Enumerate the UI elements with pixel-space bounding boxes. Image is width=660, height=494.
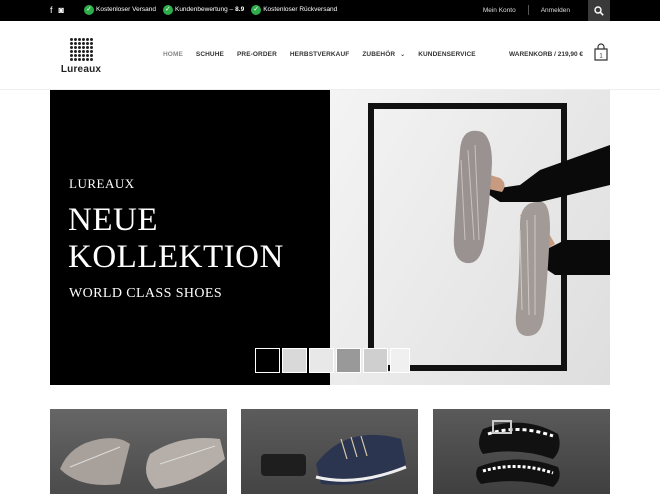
- chevron-down-icon: ⌄: [400, 52, 406, 58]
- facebook-icon[interactable]: f: [50, 4, 53, 16]
- usp-text: Kostenloser Rückversand: [263, 6, 338, 13]
- shoe-shape: [453, 130, 492, 264]
- logo-dot: [89, 46, 93, 49]
- my-account-link[interactable]: Mein Konto: [483, 5, 516, 16]
- nav-item-home[interactable]: HOME: [163, 51, 183, 58]
- sneaker-icon: [261, 434, 407, 485]
- usp-item: ✓ Kundenbewertung – 8.9: [162, 4, 245, 16]
- nav-item-schuhe[interactable]: SCHUHE: [196, 51, 224, 58]
- usp-item: ✓ Kostenloser Rückversand: [251, 4, 337, 16]
- hero-headline-line: NEUE: [68, 202, 158, 238]
- category-tiles: [50, 409, 610, 494]
- logo-dot: [77, 42, 81, 45]
- logo-dot: [81, 42, 85, 45]
- logo-dot: [73, 50, 77, 53]
- logo-dot: [73, 54, 77, 57]
- check-icon: ✓: [84, 5, 94, 15]
- logo-dot: [81, 54, 85, 57]
- main-nav: HOME SCHUHE PRE-ORDER HERBSTVERKAUF ZUBE…: [163, 51, 489, 58]
- logo-dot: [73, 38, 77, 41]
- nav-item-kundenservice[interactable]: KUNDENSERVICE: [418, 51, 476, 58]
- account-links: Mein Konto Anmelden: [483, 5, 570, 16]
- usp-list: ✓ Kostenloser Versand ✓ Kundenbewertung …: [84, 4, 337, 16]
- logo-dot: [69, 58, 73, 61]
- top-bar: f ◙ ✓ Kostenloser Versand ✓ Kundenbewert…: [0, 0, 660, 21]
- category-tile-shoes[interactable]: [50, 409, 227, 494]
- logo[interactable]: Lureaux: [57, 38, 105, 75]
- logo-dot: [85, 50, 89, 53]
- logo-dot: [77, 46, 81, 49]
- logo-dot: [85, 58, 89, 61]
- logo-dot: [77, 38, 81, 41]
- hero-headline-line: KOLLEKTION: [68, 239, 284, 275]
- shopping-bag-icon[interactable]: 1: [593, 43, 609, 61]
- instagram-icon[interactable]: ◙: [59, 4, 64, 16]
- nav-item-label: ZUBEHÖR: [362, 51, 396, 58]
- logo-dot: [69, 50, 73, 53]
- logo-dot: [81, 46, 85, 49]
- check-icon: ✓: [162, 5, 173, 15]
- hero-headline: NEUE KOLLEKTION: [68, 202, 284, 276]
- usp-text: Kundenbewertung –: [174, 6, 234, 13]
- hero-photo: [368, 103, 610, 371]
- search-icon: [594, 5, 604, 16]
- usp-text: Kostenloser Versand: [96, 6, 156, 13]
- shoes-icon: [60, 438, 225, 489]
- arm-shape: [482, 145, 610, 202]
- logo-dot: [69, 54, 73, 57]
- logo-dot: [81, 58, 85, 61]
- nav-item-pre-order[interactable]: PRE-ORDER: [237, 51, 277, 58]
- logo-dot: [89, 42, 93, 45]
- slider-thumbnail[interactable]: [390, 348, 410, 373]
- nav-item-zubehoer[interactable]: ZUBEHÖR ⌄: [362, 51, 405, 58]
- usp-item: ✓ Kostenloser Versand: [84, 4, 156, 16]
- logo-mark: [69, 38, 93, 61]
- logo-dot: [77, 58, 81, 61]
- cart-link[interactable]: WARENKORB / 219,90 €: [509, 51, 583, 58]
- logo-dot: [85, 38, 89, 41]
- slider-thumbnail[interactable]: [309, 348, 334, 373]
- belt-icon: [476, 420, 560, 487]
- logo-dot: [85, 42, 89, 45]
- logo-dot: [73, 46, 77, 49]
- logo-dot: [77, 54, 81, 57]
- divider: [527, 5, 529, 15]
- site-header: Lureaux HOME SCHUHE PRE-ORDER HERBSTVERK…: [0, 21, 660, 90]
- logo-dot: [81, 50, 85, 53]
- logo-dot: [69, 38, 73, 41]
- logo-dot: [73, 42, 77, 45]
- category-tile-belts[interactable]: [433, 409, 610, 494]
- slider-thumbnail[interactable]: [363, 348, 388, 373]
- logo-dot: [89, 54, 93, 57]
- slider-thumbnail[interactable]: [336, 348, 361, 373]
- logo-dot: [89, 38, 93, 41]
- cart-count: 1: [599, 54, 603, 60]
- slider-thumbnail[interactable]: [282, 348, 307, 373]
- slider-thumbnails: [254, 347, 410, 374]
- social-links: f ◙: [50, 4, 64, 16]
- check-icon: ✓: [251, 5, 262, 15]
- logo-dot: [85, 54, 89, 57]
- hero-subline: WORLD CLASS SHOES: [69, 286, 223, 301]
- category-tile-sneakers[interactable]: [241, 409, 418, 494]
- logo-dot: [89, 50, 93, 53]
- logo-text: Lureaux: [60, 64, 102, 75]
- logo-dot: [89, 58, 93, 61]
- slider-thumbnail[interactable]: [254, 347, 281, 374]
- hero-brand: LUREAUX: [69, 176, 135, 191]
- logo-dot: [81, 38, 85, 41]
- search-button[interactable]: [588, 0, 610, 21]
- hero-slider[interactable]: LUREAUX NEUE KOLLEKTION WORLD CLASS SHOE…: [50, 90, 610, 385]
- logo-dot: [73, 58, 77, 61]
- logo-dot: [85, 46, 89, 49]
- login-link[interactable]: Anmelden: [541, 5, 570, 16]
- logo-dot: [69, 46, 73, 49]
- nav-item-herbstverkauf[interactable]: HERBSTVERKAUF: [290, 51, 349, 58]
- logo-dot: [69, 42, 73, 45]
- logo-dot: [77, 50, 81, 53]
- rating-value: 8.9: [235, 6, 245, 13]
